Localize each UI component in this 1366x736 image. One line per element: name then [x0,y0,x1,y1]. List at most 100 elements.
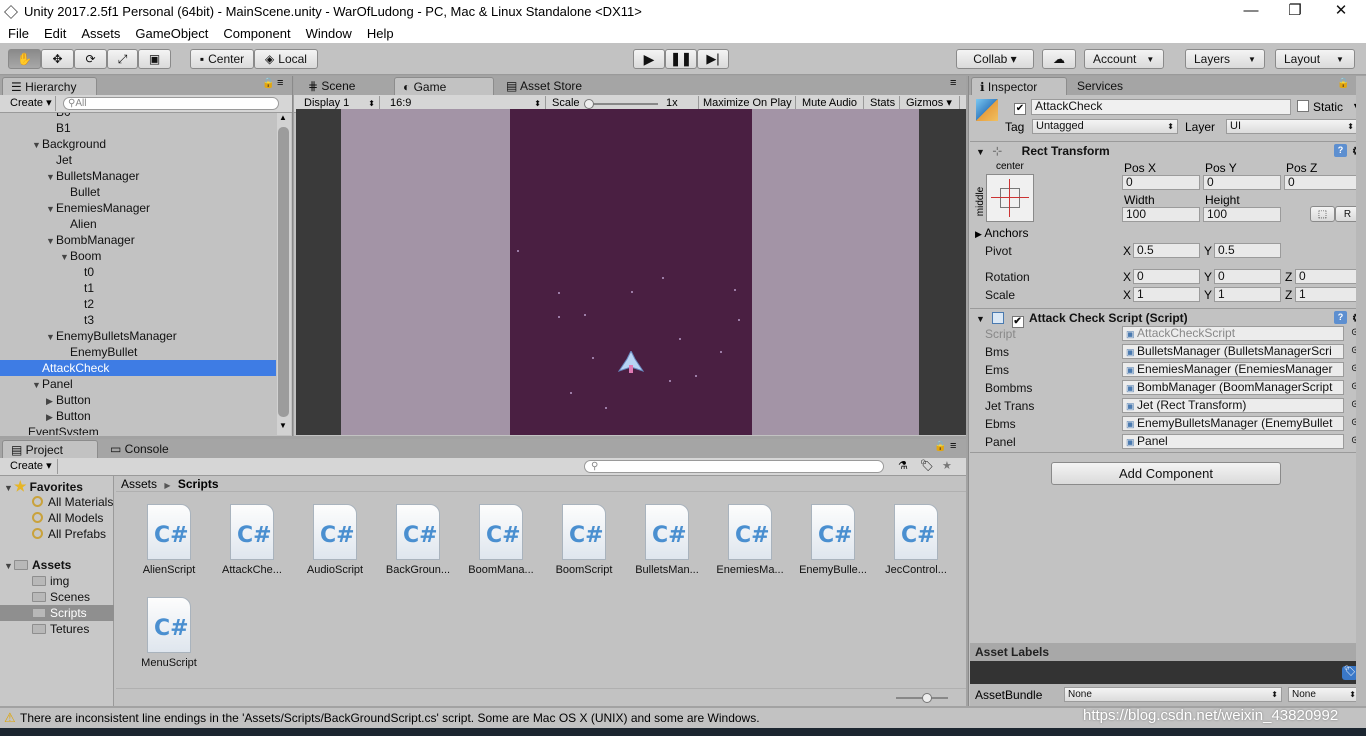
minimize-button[interactable]: — [1228,2,1274,22]
foldout-arrow-icon[interactable]: ▶ [46,393,56,409]
scale-x-field[interactable]: 1 [1133,287,1200,302]
foldout-arrow-icon[interactable]: ▼ [46,233,56,249]
menu-file[interactable]: File [0,26,36,41]
scroll-down-icon[interactable]: ▼ [279,421,287,430]
anchors-foldout[interactable]: ▶ Anchors [975,226,1028,240]
hierarchy-item[interactable]: ▼BulletsManager [0,168,276,184]
foldout-arrow-icon[interactable]: ▼ [46,329,56,345]
script-asset[interactable]: C# BackGroun... [377,504,459,576]
cloud-button[interactable]: ☁ [1042,49,1076,69]
script-asset[interactable]: C# MenuScript [128,597,210,669]
layer-dropdown[interactable]: UI ⬍ [1226,119,1358,134]
breadcrumb-assets[interactable]: Assets [121,477,157,491]
tab-console[interactable]: ▭ Console [102,440,198,458]
folder-scripts[interactable]: Scripts [0,605,114,621]
assets-root[interactable]: ▼ Assets [0,557,114,573]
rotation-y-field[interactable]: 0 [1214,269,1281,284]
tab-scene[interactable]: ⋕ Scene [300,77,392,95]
script-component-header[interactable]: ▼ ✔ Attack Check Script (Script) ? ⚙ [970,308,1366,328]
object-reference-field[interactable]: ▣ BulletsManager (BulletsManagerScri [1122,344,1344,359]
menu-assets[interactable]: Assets [73,26,127,41]
tag-dropdown[interactable]: Untagged ⬍ [1032,119,1178,134]
script-asset[interactable]: C# AttackChe... [211,504,293,576]
object-reference-field[interactable]: ▣ EnemyBulletsManager (EnemyBullet [1122,416,1344,431]
posz-field[interactable]: 0 [1284,175,1360,190]
favorite-all-models[interactable]: All Models [0,510,114,526]
folder-tetures[interactable]: Tetures [0,621,114,637]
panel-menu-icon[interactable]: ≡ [277,77,283,89]
folder-img[interactable]: img [0,573,114,589]
tab-project[interactable]: ▤ Project [2,440,98,458]
move-tool-button[interactable]: ✥ [41,49,74,69]
foldout-arrow-icon[interactable]: ▼ [46,169,56,185]
script-asset[interactable]: C# BoomScript [543,504,625,576]
hierarchy-item[interactable]: ▼Background [0,136,276,152]
rotate-tool-button[interactable]: ⟳ [74,49,107,69]
rotation-x-field[interactable]: 0 [1133,269,1200,284]
pivot-x-field[interactable]: 0.5 [1133,243,1200,258]
tab-services[interactable]: Services [1069,77,1149,95]
project-search-input[interactable]: ⚲ [584,460,884,473]
favorites-header[interactable]: ▼★ Favorites [0,478,114,494]
hierarchy-item[interactable]: ▼EnemiesManager [0,200,276,216]
hierarchy-item[interactable]: Jet [0,152,276,168]
scale-slider[interactable] [584,99,658,109]
status-bar[interactable]: ⚠ There are inconsistent line endings in… [0,707,1366,728]
hand-tool-button[interactable]: ✋ [8,49,41,69]
script-asset[interactable]: C# BoomMana... [460,504,542,576]
menu-gameobject[interactable]: GameObject [127,26,215,41]
rect-tool-button[interactable]: ▣ [138,49,171,69]
hierarchy-scrollbar[interactable]: ▲ ▼ [277,113,291,435]
slider-thumb[interactable] [922,693,932,703]
foldout-arrow-icon[interactable]: ▼ [60,249,70,265]
scroll-up-icon[interactable]: ▲ [279,113,287,122]
posx-field[interactable]: 0 [1122,175,1200,190]
filter-label-icon[interactable]: 🏷 [920,459,934,472]
hierarchy-item[interactable]: t3 [0,312,276,328]
game-viewport[interactable] [296,109,966,435]
hierarchy-item[interactable]: t2 [0,296,276,312]
breadcrumb-scripts[interactable]: Scripts [178,477,219,491]
menu-component[interactable]: Component [215,26,297,41]
foldout-arrow-icon[interactable]: ▼ [46,201,56,217]
asset-bundle-variant-dropdown[interactable]: None ⬍ [1288,687,1360,702]
hierarchy-item[interactable]: ▶ Button [0,392,276,408]
favorite-all-materials[interactable]: All Materials [0,494,114,510]
pivot-center-button[interactable]: ▪ Center [190,49,254,69]
hierarchy-item[interactable]: B1 [0,120,276,136]
layers-dropdown[interactable]: Layers ▼ [1185,49,1265,69]
step-button[interactable]: ▶| [697,49,729,69]
hierarchy-item[interactable]: ▼EnemyBulletsManager [0,328,276,344]
collab-dropdown[interactable]: Collab ▾ [956,49,1034,69]
script-asset[interactable]: C# AlienScript [128,504,210,576]
script-asset[interactable]: C# AudioScript [294,504,376,576]
hierarchy-item[interactable]: t0 [0,264,276,280]
menu-edit[interactable]: Edit [36,26,73,41]
static-checkbox[interactable] [1297,100,1309,115]
hierarchy-item[interactable]: t1 [0,280,276,296]
maximize-button[interactable]: ❐ [1272,2,1318,22]
scrollbar-thumb[interactable] [278,127,289,417]
hierarchy-item[interactable]: Bullet [0,184,276,200]
rect-transform-header[interactable]: ▼ ⊹ Rect Transform ? ⚙ [970,141,1366,159]
menu-window[interactable]: Window [298,26,359,41]
hierarchy-search-input[interactable]: ⚲All [63,97,279,110]
slider-thumb[interactable] [584,99,594,109]
scale-z-field[interactable]: 1 [1295,287,1360,302]
pivot-local-button[interactable]: ◈ Local [254,49,318,69]
script-asset[interactable]: C# EnemiesMa... [709,504,791,576]
add-component-button[interactable]: Add Component [1051,462,1281,485]
posy-field[interactable]: 0 [1203,175,1281,190]
filter-type-icon[interactable]: ⚗ [898,459,908,472]
script-asset[interactable]: C# EnemyBulle... [792,504,874,576]
hierarchy-item[interactable]: ▶ Button [0,408,276,424]
foldout-arrow-icon[interactable]: ▼ [32,377,42,393]
hierarchy-item[interactable]: EnemyBullet [0,344,276,360]
object-reference-field[interactable]: ▣ Jet (Rect Transform) [1122,398,1344,413]
script-asset[interactable]: C# JecControl... [875,504,957,576]
account-dropdown[interactable]: Account ▼ [1084,49,1164,69]
object-reference-field[interactable]: ▣ Panel [1122,434,1344,449]
hierarchy-item[interactable]: ▼BombManager [0,232,276,248]
hierarchy-item[interactable]: EventSystem [0,424,276,435]
menu-help[interactable]: Help [359,26,401,41]
